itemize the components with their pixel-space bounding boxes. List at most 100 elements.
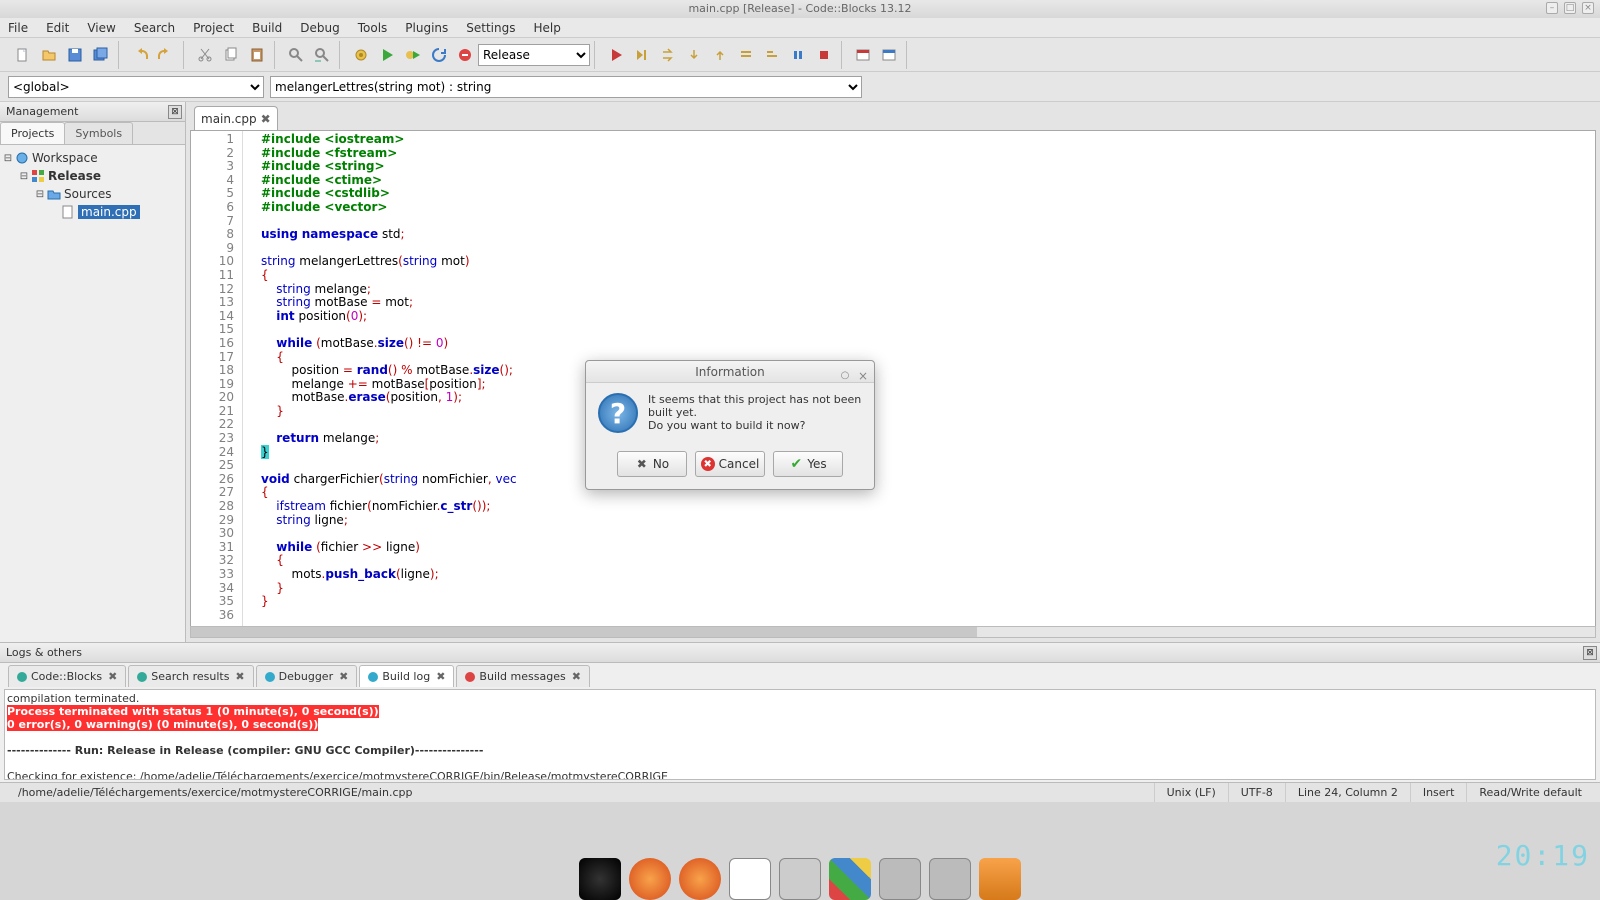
find-button[interactable] [285,44,307,66]
open-file-button[interactable] [38,44,60,66]
menu-plugins[interactable]: Plugins [405,21,448,35]
main-toolbar: Release [0,38,1600,72]
save-button[interactable] [64,44,86,66]
menu-tools[interactable]: Tools [358,21,388,35]
status-path: /home/adelie/Téléchargements/exercice/mo… [6,783,1155,802]
no-button[interactable]: ✖No [617,451,687,477]
undo-button[interactable] [129,44,151,66]
log-tab-build-messages[interactable]: Build messages✖ [456,665,590,687]
paste-button[interactable] [246,44,268,66]
next-instr-button[interactable] [735,44,757,66]
menu-debug[interactable]: Debug [300,21,339,35]
cut-button[interactable] [194,44,216,66]
editor-tab-main[interactable]: main.cpp ✖ [194,106,278,130]
stop-debug-button[interactable] [813,44,835,66]
dialog-close-button[interactable]: × [856,365,870,379]
rebuild-button[interactable] [428,44,450,66]
management-close-button[interactable]: ⊠ [168,105,182,119]
dock-codeblocks[interactable] [829,858,871,900]
save-all-button[interactable] [90,44,112,66]
dock-camera-2[interactable] [879,858,921,900]
menu-build[interactable]: Build [252,21,282,35]
menu-settings[interactable]: Settings [466,21,515,35]
various-info-button[interactable] [878,44,900,66]
close-icon[interactable]: ✖ [436,670,445,683]
question-icon: ? [598,393,638,433]
cancel-button[interactable]: ✖Cancel [695,451,765,477]
workspace-icon [14,150,30,166]
menu-bar: File Edit View Search Project Build Debug Tools… [0,18,1600,38]
project-tree: ⊟ Workspace ⊟ Release ⊟ Sources main.cpp [0,145,185,225]
build-button[interactable] [350,44,372,66]
scope-function-select[interactable]: melangerLettres(string mot) : string [270,76,862,98]
logs-close-button[interactable]: ⊠ [1583,646,1597,660]
step-out-button[interactable] [709,44,731,66]
break-button[interactable] [787,44,809,66]
window-maximize-button[interactable]: □ [1564,2,1576,14]
menu-project[interactable]: Project [193,21,234,35]
debugging-windows-button[interactable] [852,44,874,66]
tree-project[interactable]: ⊟ Release [2,167,183,185]
scope-global-select[interactable]: <global> [8,76,264,98]
run-button[interactable] [376,44,398,66]
close-icon[interactable]: ✖ [235,670,244,683]
dialog-minimize-button[interactable]: ○ [838,365,852,379]
logs-tabs: Code::Blocks✖Search results✖Debugger✖Bui… [0,663,1600,687]
step-into-button[interactable] [683,44,705,66]
folder-icon [46,186,62,202]
projects-tab[interactable]: Projects [0,122,65,144]
dock-screenshot[interactable] [929,858,971,900]
logs-pane: Logs & others ⊠ Code::Blocks✖Search resu… [0,642,1600,782]
log-tab-search-results[interactable]: Search results✖ [128,665,253,687]
run-to-cursor-button[interactable] [631,44,653,66]
yes-button[interactable]: ✔Yes [773,451,843,477]
abort-button[interactable] [454,44,476,66]
log-tab-debugger[interactable]: Debugger✖ [256,665,358,687]
code-editor[interactable]: 1234567891011121314151617181920212223242… [190,130,1596,638]
window-close-button[interactable]: × [1582,2,1594,14]
new-file-button[interactable] [12,44,34,66]
menu-help[interactable]: Help [533,21,560,35]
dock-camera-1[interactable] [779,858,821,900]
tree-sources-folder[interactable]: ⊟ Sources [2,185,183,203]
next-line-button[interactable] [657,44,679,66]
replace-button[interactable] [311,44,333,66]
copy-button[interactable] [220,44,242,66]
dialog-message: It seems that this project has not been … [648,393,862,432]
build-and-run-button[interactable] [402,44,424,66]
status-position: Line 24, Column 2 [1286,783,1411,802]
information-dialog: Information ○ × ? It seems that this pro… [585,360,875,490]
desktop-clock: 20:19 [1496,839,1590,872]
build-target-select[interactable]: Release [478,44,590,66]
menu-file[interactable]: File [8,21,28,35]
line-gutter: 1234567891011121314151617181920212223242… [191,131,243,637]
redo-button[interactable] [155,44,177,66]
dialog-titlebar: Information ○ × [586,361,874,383]
dock-firefox-2[interactable] [679,858,721,900]
dock-folder[interactable] [979,858,1021,900]
close-icon[interactable]: ✖ [108,670,117,683]
window-minimize-button[interactable]: – [1546,2,1558,14]
log-tab-build-log[interactable]: Build log✖ [359,665,454,687]
dock-app-1[interactable] [579,858,621,900]
management-title: Management ⊠ [0,102,185,122]
editor-hscrollbar[interactable] [190,626,1596,638]
dock-text-editor[interactable] [729,858,771,900]
close-icon[interactable]: ✖ [572,670,581,683]
status-bar: /home/adelie/Téléchargements/exercice/mo… [0,782,1600,802]
editor-tab-close-icon[interactable]: ✖ [261,112,271,126]
menu-view[interactable]: View [87,21,115,35]
tree-workspace[interactable]: ⊟ Workspace [2,149,183,167]
step-instr-button[interactable] [761,44,783,66]
menu-edit[interactable]: Edit [46,21,69,35]
menu-search[interactable]: Search [134,21,175,35]
dock-firefox-1[interactable] [629,858,671,900]
log-tab-code-blocks[interactable]: Code::Blocks✖ [8,665,126,687]
x-icon: ✖ [635,457,649,471]
tree-file-main[interactable]: main.cpp [2,203,183,221]
close-icon[interactable]: ✖ [339,670,348,683]
debug-continue-button[interactable] [605,44,627,66]
symbols-tab[interactable]: Symbols [64,122,133,144]
code-area[interactable]: #include <iostream>#include <fstream>#in… [257,131,1595,637]
build-log-output[interactable]: compilation terminated.Process terminate… [4,689,1596,780]
